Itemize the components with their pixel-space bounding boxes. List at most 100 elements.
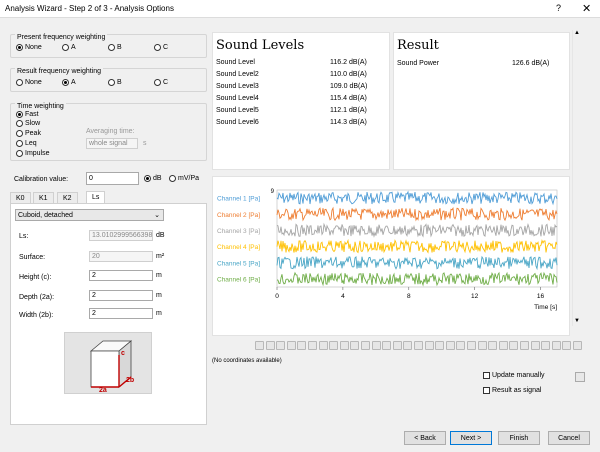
cursor-icon[interactable] [255,341,264,350]
x-tick-label: 8 [407,293,411,300]
filter4-icon[interactable] [520,341,529,350]
series-line [276,222,558,238]
cuboid-diagram: c 2a 2b [64,332,152,394]
wave11-icon[interactable] [424,341,434,350]
x-tick-label: 12 [471,293,479,300]
sound-level-row-value: 110.0 dB(A) [330,71,367,78]
x-axis-label: Time [s] [534,304,557,311]
series-label: Channel 1 [Pa] [217,196,260,203]
sound-level-row-name: Sound Level6 [216,119,259,126]
sound-level-row-name: Sound Level2 [216,71,259,78]
wave1-icon[interactable] [318,341,328,350]
calibration-db-radio[interactable]: dB [144,175,162,182]
result-row-name: Sound Power [397,60,440,67]
chevron-down-icon: ⌄ [154,212,160,219]
zoom-out-icon[interactable] [456,341,466,350]
x-tick-label: 16 [537,293,545,300]
time-weighting-title: Time weighting [15,103,66,110]
present-none-radio[interactable]: None [16,44,42,51]
height-input[interactable]: 2 [89,270,153,281]
ls-unit: dB [156,232,165,239]
result-title: Result [397,38,439,53]
filter6-icon[interactable] [541,341,551,350]
update-manually-checkbox[interactable]: Update manually [483,372,545,379]
sound-level-row-name: Sound Level4 [216,95,259,102]
select-icon[interactable] [265,341,275,350]
time-slow-radio[interactable]: Slow [16,120,40,127]
result-row-value: 126.6 dB(A) [512,60,550,67]
time-leq-radio[interactable]: Leq [16,140,37,147]
wave9-icon[interactable] [403,341,413,350]
filter9-icon[interactable] [573,341,582,350]
series-label: Channel 4 [Pa] [217,244,260,251]
scroll-down-icon[interactable]: ▼ [574,318,580,324]
wave8-icon[interactable] [392,341,402,350]
wave7-icon[interactable] [382,341,392,350]
result-as-signal-checkbox[interactable]: Result as signal [483,387,541,394]
present-c-radio[interactable]: C [154,44,168,51]
vertical-scrollbar[interactable]: ▲ ▼ [572,30,581,326]
wave4-icon[interactable] [350,341,360,350]
filter1-icon[interactable] [488,341,498,350]
result-weighting-title: Result frequency weighting [15,68,104,75]
wave3-icon[interactable] [339,341,349,350]
calibration-input[interactable]: 0 [86,172,139,185]
present-b-radio[interactable]: B [108,44,122,51]
refresh-icon[interactable] [575,372,585,382]
series-label: Channel 2 [Pa] [217,212,260,219]
filter7-icon[interactable] [551,341,561,350]
width-input[interactable]: 2 [89,308,153,319]
scroll-up-icon[interactable]: ▲ [574,30,580,36]
height-unit: m [156,272,162,279]
width-label: Width (2b): [19,312,54,319]
wave10-icon[interactable] [414,341,423,350]
zoom-in-icon[interactable] [445,341,455,350]
zoom-fit-icon[interactable] [467,341,476,350]
filter5-icon[interactable] [530,341,540,350]
filter8-icon[interactable] [562,341,572,350]
finish-button[interactable]: Finish [498,431,540,445]
time-impulse-radio[interactable]: Impulse [16,150,50,157]
zoom-reset-icon[interactable] [477,341,487,350]
calibration-mvpa-radio[interactable]: mV/Pa [169,175,199,182]
calibration-label: Calibration value: [14,176,69,183]
wave12-icon[interactable] [435,341,445,350]
present-a-radio[interactable]: A [62,44,76,51]
shape-select[interactable]: Cuboid, detached ⌄ [15,209,164,221]
sound-level-row-value: 112.1 dB(A) [330,107,367,114]
wave2-icon[interactable] [329,341,339,350]
series-line [276,206,558,222]
tab-ls[interactable]: Ls [86,191,106,203]
back-button[interactable]: < Back [404,431,446,445]
cancel-button[interactable]: Cancel [548,431,590,445]
help-icon[interactable]: ? [556,3,561,13]
series-line [276,190,558,206]
cuboid-icon [89,340,133,388]
wave5-icon[interactable] [361,341,370,350]
time-peak-radio[interactable]: Peak [16,130,41,137]
time-fast-radio[interactable]: Fast [16,111,39,118]
depth-label: Depth (2a): [19,294,55,301]
record-icon[interactable] [308,341,317,350]
filter3-icon[interactable] [509,341,519,350]
signal-chart: 9 Channel 1 [Pa] Channel 2 [Pa] Channel 3 [… [217,189,558,311]
height-label: Height (c): [19,274,52,281]
redo-icon[interactable] [286,341,296,350]
averaging-time-input[interactable]: whole signal [86,138,138,149]
stop-icon[interactable] [297,341,307,350]
undo-icon[interactable] [276,341,286,350]
sound-level-row-name: Sound Level [216,59,255,66]
surface-unit: m² [156,253,165,260]
wave6-icon[interactable] [371,341,381,350]
filter2-icon[interactable] [498,341,508,350]
width-unit: m [156,310,162,317]
close-icon[interactable]: ✕ [582,2,591,15]
next-button[interactable]: Next > [450,431,492,445]
result-none-radio[interactable]: None [16,79,42,86]
result-b-radio[interactable]: B [108,79,122,86]
series-label: Channel 5 [Pa] [217,260,260,267]
result-c-radio[interactable]: C [154,79,168,86]
depth-input[interactable]: 2 [89,290,153,301]
result-a-radio[interactable]: A [62,79,76,86]
y-top-label: 9 [271,189,275,195]
